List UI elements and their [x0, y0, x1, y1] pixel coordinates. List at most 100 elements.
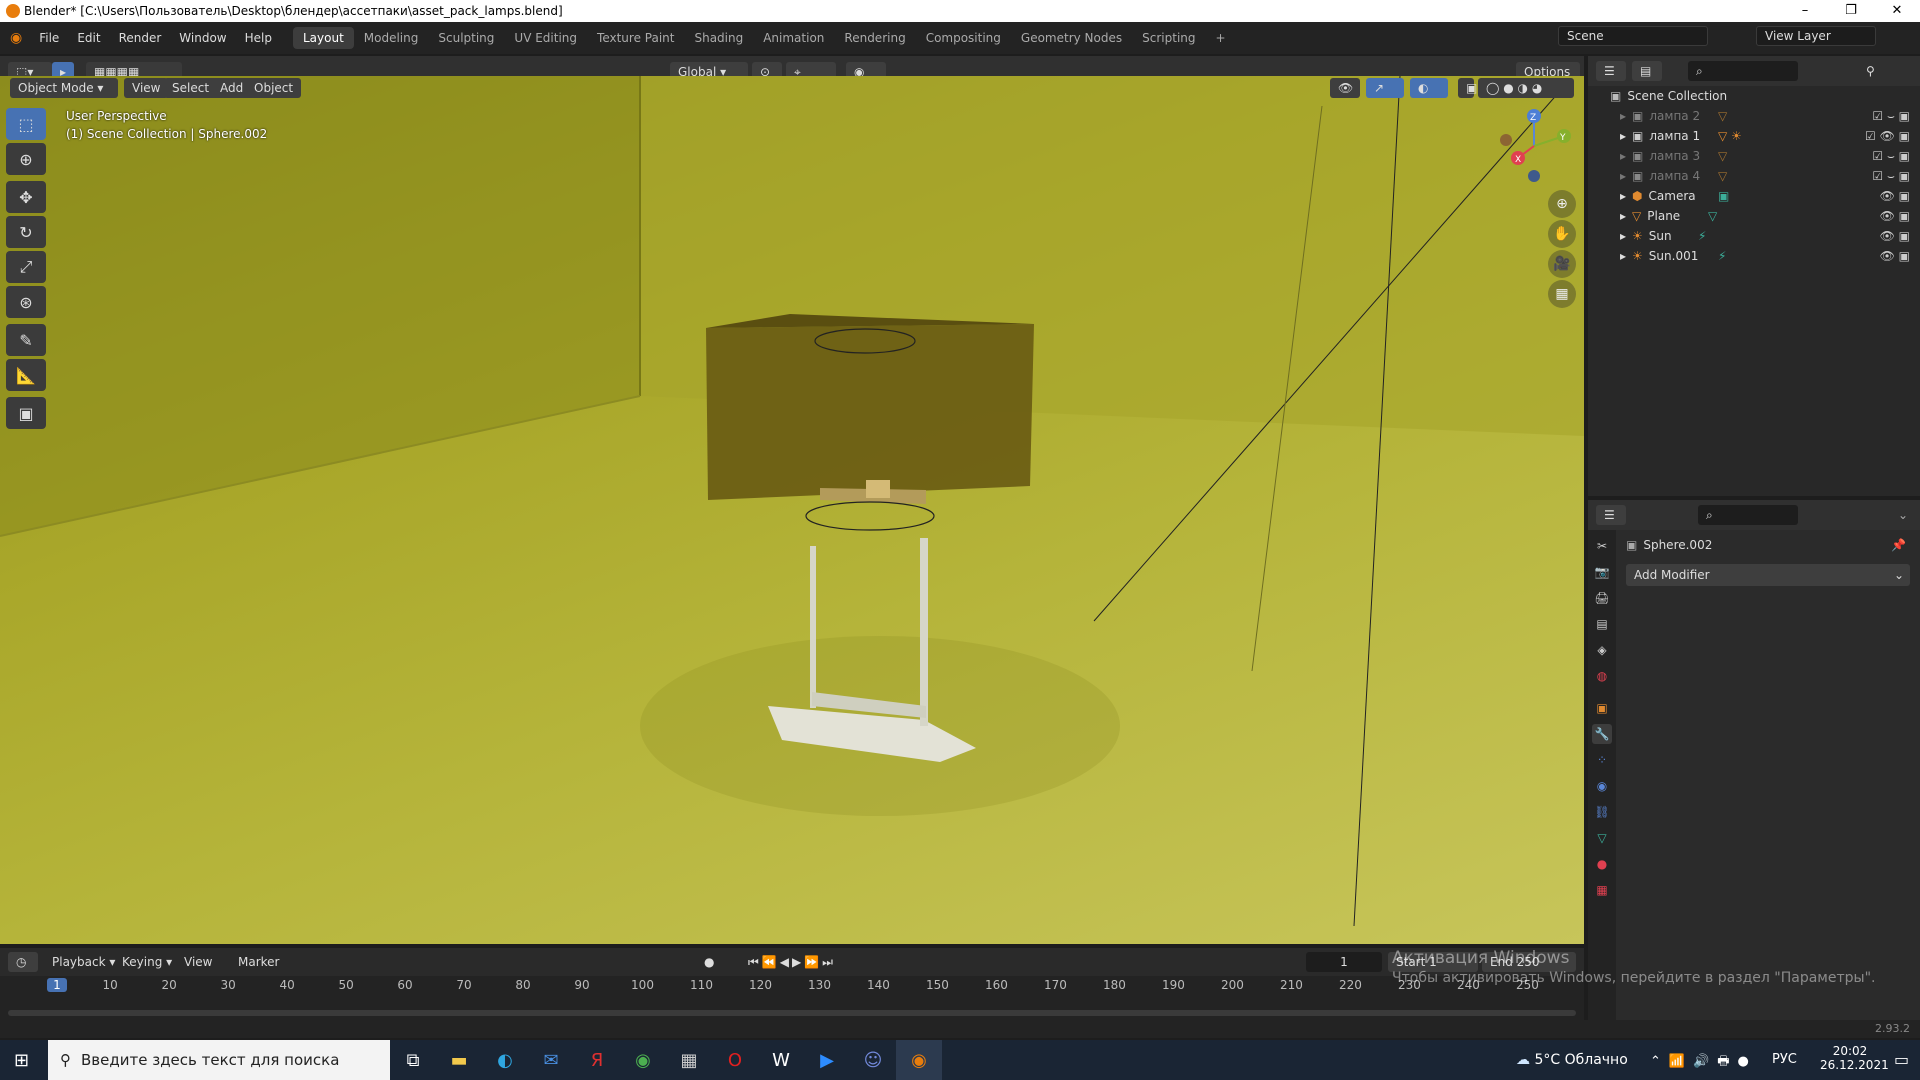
scale-icon[interactable]: ⤢	[6, 251, 46, 283]
tab-rendering[interactable]: Rendering	[834, 27, 915, 49]
cursor-icon[interactable]: ⊕	[6, 143, 46, 175]
calculator-icon[interactable]: ▦	[666, 1040, 712, 1080]
marker-menu[interactable]: Marker	[230, 952, 287, 972]
menu-window[interactable]: Window	[170, 31, 235, 45]
menu-render[interactable]: Render	[110, 31, 171, 45]
add-workspace-button[interactable]: +	[1206, 27, 1236, 49]
view-layer-selector[interactable]: View Layer	[1756, 26, 1876, 46]
outliner-row[interactable]: ▸ ▽ Plane ▽ 👁 ▣	[1588, 206, 1920, 226]
outliner-row[interactable]: ▸ ▣ лампа 3 ▽ ☑ ⌣ ▣	[1588, 146, 1920, 166]
tab-uv-editing[interactable]: UV Editing	[504, 27, 587, 49]
output-tab-icon[interactable]: 🖨	[1592, 588, 1612, 608]
shading-mode-icons[interactable]: ◯ ● ◑ ◕	[1478, 78, 1574, 98]
view-menu[interactable]: View	[124, 78, 169, 98]
frame-ruler[interactable]: 1 10 20 30 40 50 60 70 80 90 100 110 120 130 140 150 160…	[0, 976, 1584, 996]
checkbox-icon[interactable]: ☑ ⌣ ▣	[1872, 169, 1910, 184]
texture-tab-icon[interactable]: ▦	[1592, 880, 1612, 900]
visibility-icon[interactable]: 👁 ▣	[1880, 189, 1910, 203]
material-tab-icon[interactable]: ●	[1592, 854, 1612, 874]
visibility-icon[interactable]: 👁 ▣	[1880, 249, 1910, 263]
outliner-search-input[interactable]: ⌕	[1688, 61, 1798, 81]
properties-search-input[interactable]: ⌕	[1698, 505, 1798, 525]
timeline-view-menu[interactable]: View	[176, 952, 220, 972]
world-tab-icon[interactable]: ◍	[1592, 666, 1612, 686]
checkbox-icon[interactable]: ☑ 👁 ▣	[1865, 129, 1910, 143]
clock[interactable]: 20:02 26.12.2021	[1820, 1044, 1889, 1072]
chrome-icon[interactable]: ◉	[620, 1040, 666, 1080]
playback-menu[interactable]: Playback ▾	[44, 952, 123, 972]
display-mode-icon[interactable]: ▤	[1632, 61, 1662, 81]
expand-icon[interactable]: ▸	[1620, 169, 1626, 183]
overlay-toggle-icon[interactable]: ◐	[1410, 78, 1448, 98]
expand-icon[interactable]: ▸	[1620, 129, 1626, 143]
tab-layout[interactable]: Layout	[292, 27, 354, 49]
opera-icon[interactable]: O	[712, 1040, 758, 1080]
word-icon[interactable]: W	[758, 1040, 804, 1080]
expand-icon[interactable]: ▸	[1620, 149, 1626, 163]
tool-tab-icon[interactable]: ✂	[1592, 536, 1612, 556]
3d-viewport[interactable]: ⬚ ⊕ ✥ ↻ ⤢ ⊛ ✎ 📐 ▣ Object Mode ▾ View Sel…	[0, 76, 1584, 944]
select-menu[interactable]: Select	[164, 78, 218, 98]
navigation-gizmo[interactable]: Z Y X	[1494, 106, 1574, 186]
measure-icon[interactable]: 📐	[6, 359, 46, 391]
object-mode-dropdown[interactable]: Object Mode ▾	[10, 78, 118, 98]
restore-icon[interactable]: ❐	[1828, 0, 1874, 22]
playback-controls-icon[interactable]: ⏮⏪◀▶⏩⏭	[740, 952, 844, 972]
timeline-scrollbar[interactable]	[8, 1010, 1576, 1016]
outliner-row[interactable]: ▸ ⬢ Camera ▣ 👁 ▣	[1588, 186, 1920, 206]
close-icon[interactable]: ✕	[1874, 0, 1920, 22]
menu-help[interactable]: Help	[236, 31, 281, 45]
checkbox-icon[interactable]: ☑ ⌣ ▣	[1872, 109, 1910, 124]
outliner-row[interactable]: ▸ ▣ лампа 4 ▽ ☑ ⌣ ▣	[1588, 166, 1920, 186]
outliner-row[interactable]: ▸ ▣ лампа 2 ▽ ☑ ⌣ ▣	[1588, 106, 1920, 126]
expand-icon[interactable]: ▸	[1620, 189, 1626, 203]
outliner-row[interactable]: ▸ ▣ лампа 1 ▽ ☀ ☑ 👁 ▣	[1588, 126, 1920, 146]
rotate-icon[interactable]: ↻	[6, 216, 46, 248]
current-frame-field[interactable]: 1	[1306, 952, 1382, 972]
checkbox-icon[interactable]: ☑ ⌣ ▣	[1872, 149, 1910, 164]
xray-icon[interactable]: ▣	[1458, 78, 1477, 98]
expand-icon[interactable]: ▸	[1620, 109, 1626, 123]
visibility-icon[interactable]: 👁 ▣	[1880, 229, 1910, 243]
outliner-editor-icon[interactable]: ☰	[1596, 61, 1626, 81]
expand-icon[interactable]: ▸	[1620, 229, 1626, 243]
mail-icon[interactable]: ✉	[528, 1040, 574, 1080]
zoom-app-icon[interactable]: ▶	[804, 1040, 850, 1080]
add-cube-icon[interactable]: ▣	[6, 397, 46, 429]
move-icon[interactable]: ✥	[6, 181, 46, 213]
discord-icon[interactable]: ☺	[850, 1040, 896, 1080]
constraints-tab-icon[interactable]: ⛓	[1592, 802, 1612, 822]
tab-animation[interactable]: Animation	[753, 27, 834, 49]
zoom-icon[interactable]: ⊕	[1548, 190, 1576, 218]
tab-scripting[interactable]: Scripting	[1132, 27, 1205, 49]
select-box-icon[interactable]: ⬚	[6, 108, 46, 140]
ortho-grid-icon[interactable]: ▦	[1548, 280, 1576, 308]
modifier-tab-icon[interactable]: 🔧	[1592, 724, 1612, 744]
outliner-row[interactable]: ▸ ☀ Sun ⚡ 👁 ▣	[1588, 226, 1920, 246]
object-menu[interactable]: Object	[246, 78, 302, 98]
visibility-icon[interactable]: 👁 ▣	[1880, 209, 1910, 223]
visibility-icon[interactable]: 👁	[1330, 78, 1360, 98]
record-icon[interactable]: ●	[696, 952, 722, 972]
tab-compositing[interactable]: Compositing	[916, 27, 1011, 49]
expand-icon[interactable]: ▸	[1620, 249, 1626, 263]
tab-shading[interactable]: Shading	[684, 27, 753, 49]
pan-hand-icon[interactable]: ✋	[1548, 220, 1576, 248]
menu-edit[interactable]: Edit	[68, 31, 109, 45]
tab-texture-paint[interactable]: Texture Paint	[587, 27, 684, 49]
tab-sculpting[interactable]: Sculpting	[428, 27, 504, 49]
expand-icon[interactable]: ▸	[1620, 209, 1626, 223]
taskbar-search-input[interactable]: ⚲ Введите здесь текст для поиска	[48, 1040, 390, 1080]
filter-icon[interactable]: ⚲	[1858, 61, 1888, 81]
annotate-icon[interactable]: ✎	[6, 324, 46, 356]
camera-view-icon[interactable]: 🎥	[1548, 250, 1576, 278]
system-tray-icons[interactable]: ⌃📶🔊🖶●	[1650, 1052, 1757, 1074]
timeline-editor-icon[interactable]: ◷	[8, 952, 38, 972]
scene-selector[interactable]: Scene	[1558, 26, 1708, 46]
pin-icon[interactable]: 📌	[1891, 538, 1906, 552]
edge-browser-icon[interactable]: ◐	[482, 1040, 528, 1080]
render-tab-icon[interactable]: 📷	[1592, 562, 1612, 582]
outliner-row[interactable]: ▸ ☀ Sun.001 ⚡ 👁 ▣	[1588, 246, 1920, 266]
chevron-down-icon[interactable]: ⌄	[1898, 508, 1908, 522]
data-tab-icon[interactable]: ▽	[1592, 828, 1612, 848]
